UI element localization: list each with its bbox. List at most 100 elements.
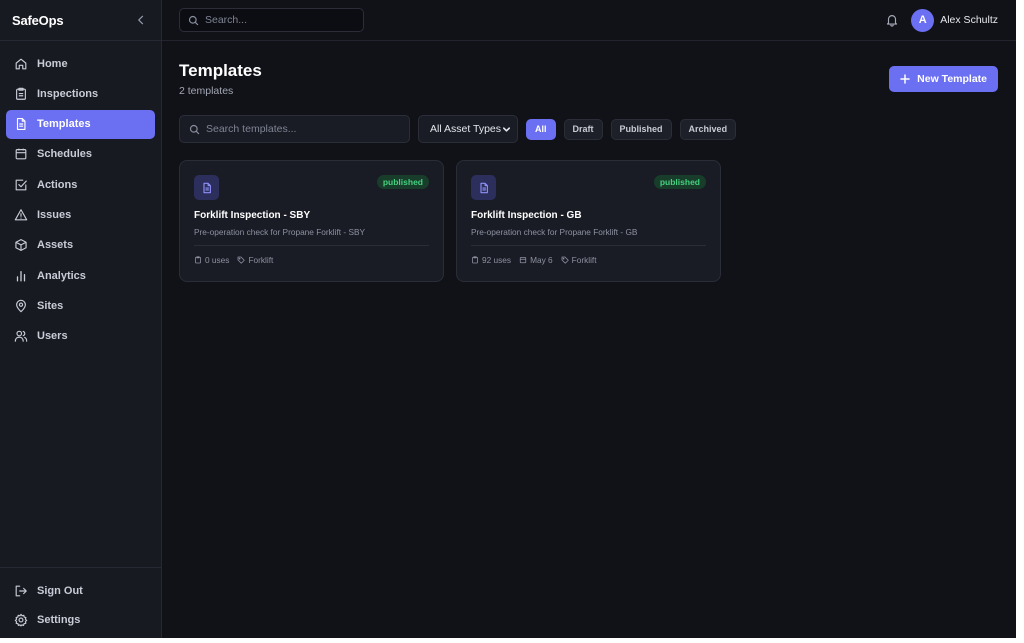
sidebar: SafeOps Home Inspections Templates Sched… [0,0,162,638]
sidebar-item-issues[interactable]: Issues [6,200,155,229]
main-area: A Alex Schultz Templates 2 templates New… [162,0,1016,638]
sidebar-item-label: Templates [37,118,91,131]
sidebar-item-users[interactable]: Users [6,322,155,351]
template-meta: 0 uses Forklift [194,255,429,265]
sidebar-nav: Home Inspections Templates Schedules Act… [0,41,161,567]
card-divider [194,245,429,246]
status-badge: published [653,175,706,189]
sign-out-icon [15,585,27,596]
status-badge: published [376,175,429,189]
home-icon [15,58,27,69]
template-title: Forklift Inspection - SBY [194,210,311,221]
sidebar-item-sites[interactable]: Sites [6,291,155,320]
warning-icon [14,209,28,221]
page-header: Templates 2 templates New Template [179,61,998,114]
uses-label: 92 uses [482,255,512,265]
calendar-icon [519,257,527,264]
sidebar-item-schedules[interactable]: Schedules [6,140,155,169]
uses-label: 0 uses [205,255,230,265]
settings-button[interactable]: Settings [6,605,155,634]
sidebar-footer: Sign Out Settings [0,567,161,638]
sidebar-item-actions[interactable]: Actions [6,170,155,199]
sidebar-item-label: Sign Out [37,584,83,597]
sidebar-item-label: Sites [37,299,64,312]
chevron-down-icon [502,126,511,132]
box-icon [15,239,27,252]
clipboard-icon [472,256,478,264]
sidebar-item-label: Issues [37,208,72,221]
last-used-date: May 6 [519,255,553,265]
asset-tag: Forklift [237,255,273,265]
calendar-icon [15,148,27,160]
search-icon [188,15,199,25]
sidebar-item-label: Settings [37,613,81,626]
brand-header: SafeOps [0,0,161,41]
page-title: Templates [179,61,262,80]
check-square-icon [15,179,27,191]
filter-chip-archived[interactable]: Archived [679,118,737,140]
brand-name: SafeOps [12,12,64,28]
sidebar-item-label: Schedules [37,148,93,161]
uses-count: 0 uses [194,255,229,265]
new-template-button[interactable]: New Template [889,66,998,92]
search-icon [189,124,200,134]
users-icon [14,330,28,342]
sidebar-item-label: Assets [37,239,74,252]
template-file-icon [471,175,496,200]
user-name: Alex Schultz [940,14,998,26]
template-description: Pre-operation check for Propane Forklift… [471,227,638,237]
asset-type-select[interactable]: All Asset Types [418,115,518,143]
sidebar-item-analytics[interactable]: Analytics [6,261,155,290]
new-template-label: New Template [917,73,987,85]
template-title: Forklift Inspection - GB [471,210,582,221]
bell-icon[interactable] [885,13,899,27]
template-search[interactable] [179,115,410,143]
sidebar-item-label: Inspections [37,87,99,100]
template-meta: 92 uses May 6 Forklift [471,255,706,265]
template-file-icon [194,175,219,200]
map-pin-icon [16,299,26,313]
sidebar-item-label: Actions [37,178,78,191]
global-search-input[interactable] [205,14,355,26]
filter-chip-all[interactable]: All [526,118,556,140]
topbar-right: A Alex Schultz [885,8,998,32]
sidebar-item-label: Home [37,57,68,70]
bar-chart-icon [16,270,26,282]
topbar: A Alex Schultz [162,0,1016,41]
plus-icon [900,74,910,84]
tag-label: Forklift [571,255,597,265]
user-menu[interactable]: A Alex Schultz [911,8,998,32]
sidebar-item-label: Users [37,330,68,343]
sidebar-item-label: Analytics [37,269,86,282]
templates-page: Templates 2 templates New Template All A… [162,41,1016,282]
template-search-input[interactable] [206,123,400,135]
avatar: A [911,8,935,32]
tag-label: Forklift [248,255,274,265]
asset-type-value: All Asset Types [430,123,502,135]
sidebar-item-inspections[interactable]: Inspections [6,79,155,108]
uses-count: 92 uses [471,255,511,265]
sidebar-item-assets[interactable]: Assets [6,231,155,260]
card-divider [471,245,706,246]
filter-bar: All Asset Types All Draft Published Arch… [179,115,998,143]
sign-out-button[interactable]: Sign Out [6,576,155,605]
app-window: SafeOps Home Inspections Templates Sched… [0,0,1016,638]
template-count: 2 templates [179,85,234,97]
date-label: May 6 [530,255,553,265]
tag-icon [561,256,569,264]
template-card[interactable]: published Forklift Inspection - SBY Pre-… [179,160,444,282]
filter-chip-draft[interactable]: Draft [563,118,603,140]
sidebar-item-home[interactable]: Home [6,49,155,78]
template-description: Pre-operation check for Propane Forklift… [194,227,366,237]
template-grid: published Forklift Inspection - SBY Pre-… [179,160,998,282]
file-icon [16,118,26,131]
global-search[interactable] [179,8,364,32]
asset-tag: Forklift [561,255,597,265]
collapse-sidebar-icon[interactable] [133,12,149,28]
filter-chip-published[interactable]: Published [610,118,672,140]
clipboard-icon [195,256,201,264]
clipboard-icon [16,87,26,100]
sidebar-item-templates[interactable]: Templates [6,109,155,139]
tag-icon [238,256,246,264]
template-card[interactable]: published Forklift Inspection - GB Pre-o… [456,160,721,282]
